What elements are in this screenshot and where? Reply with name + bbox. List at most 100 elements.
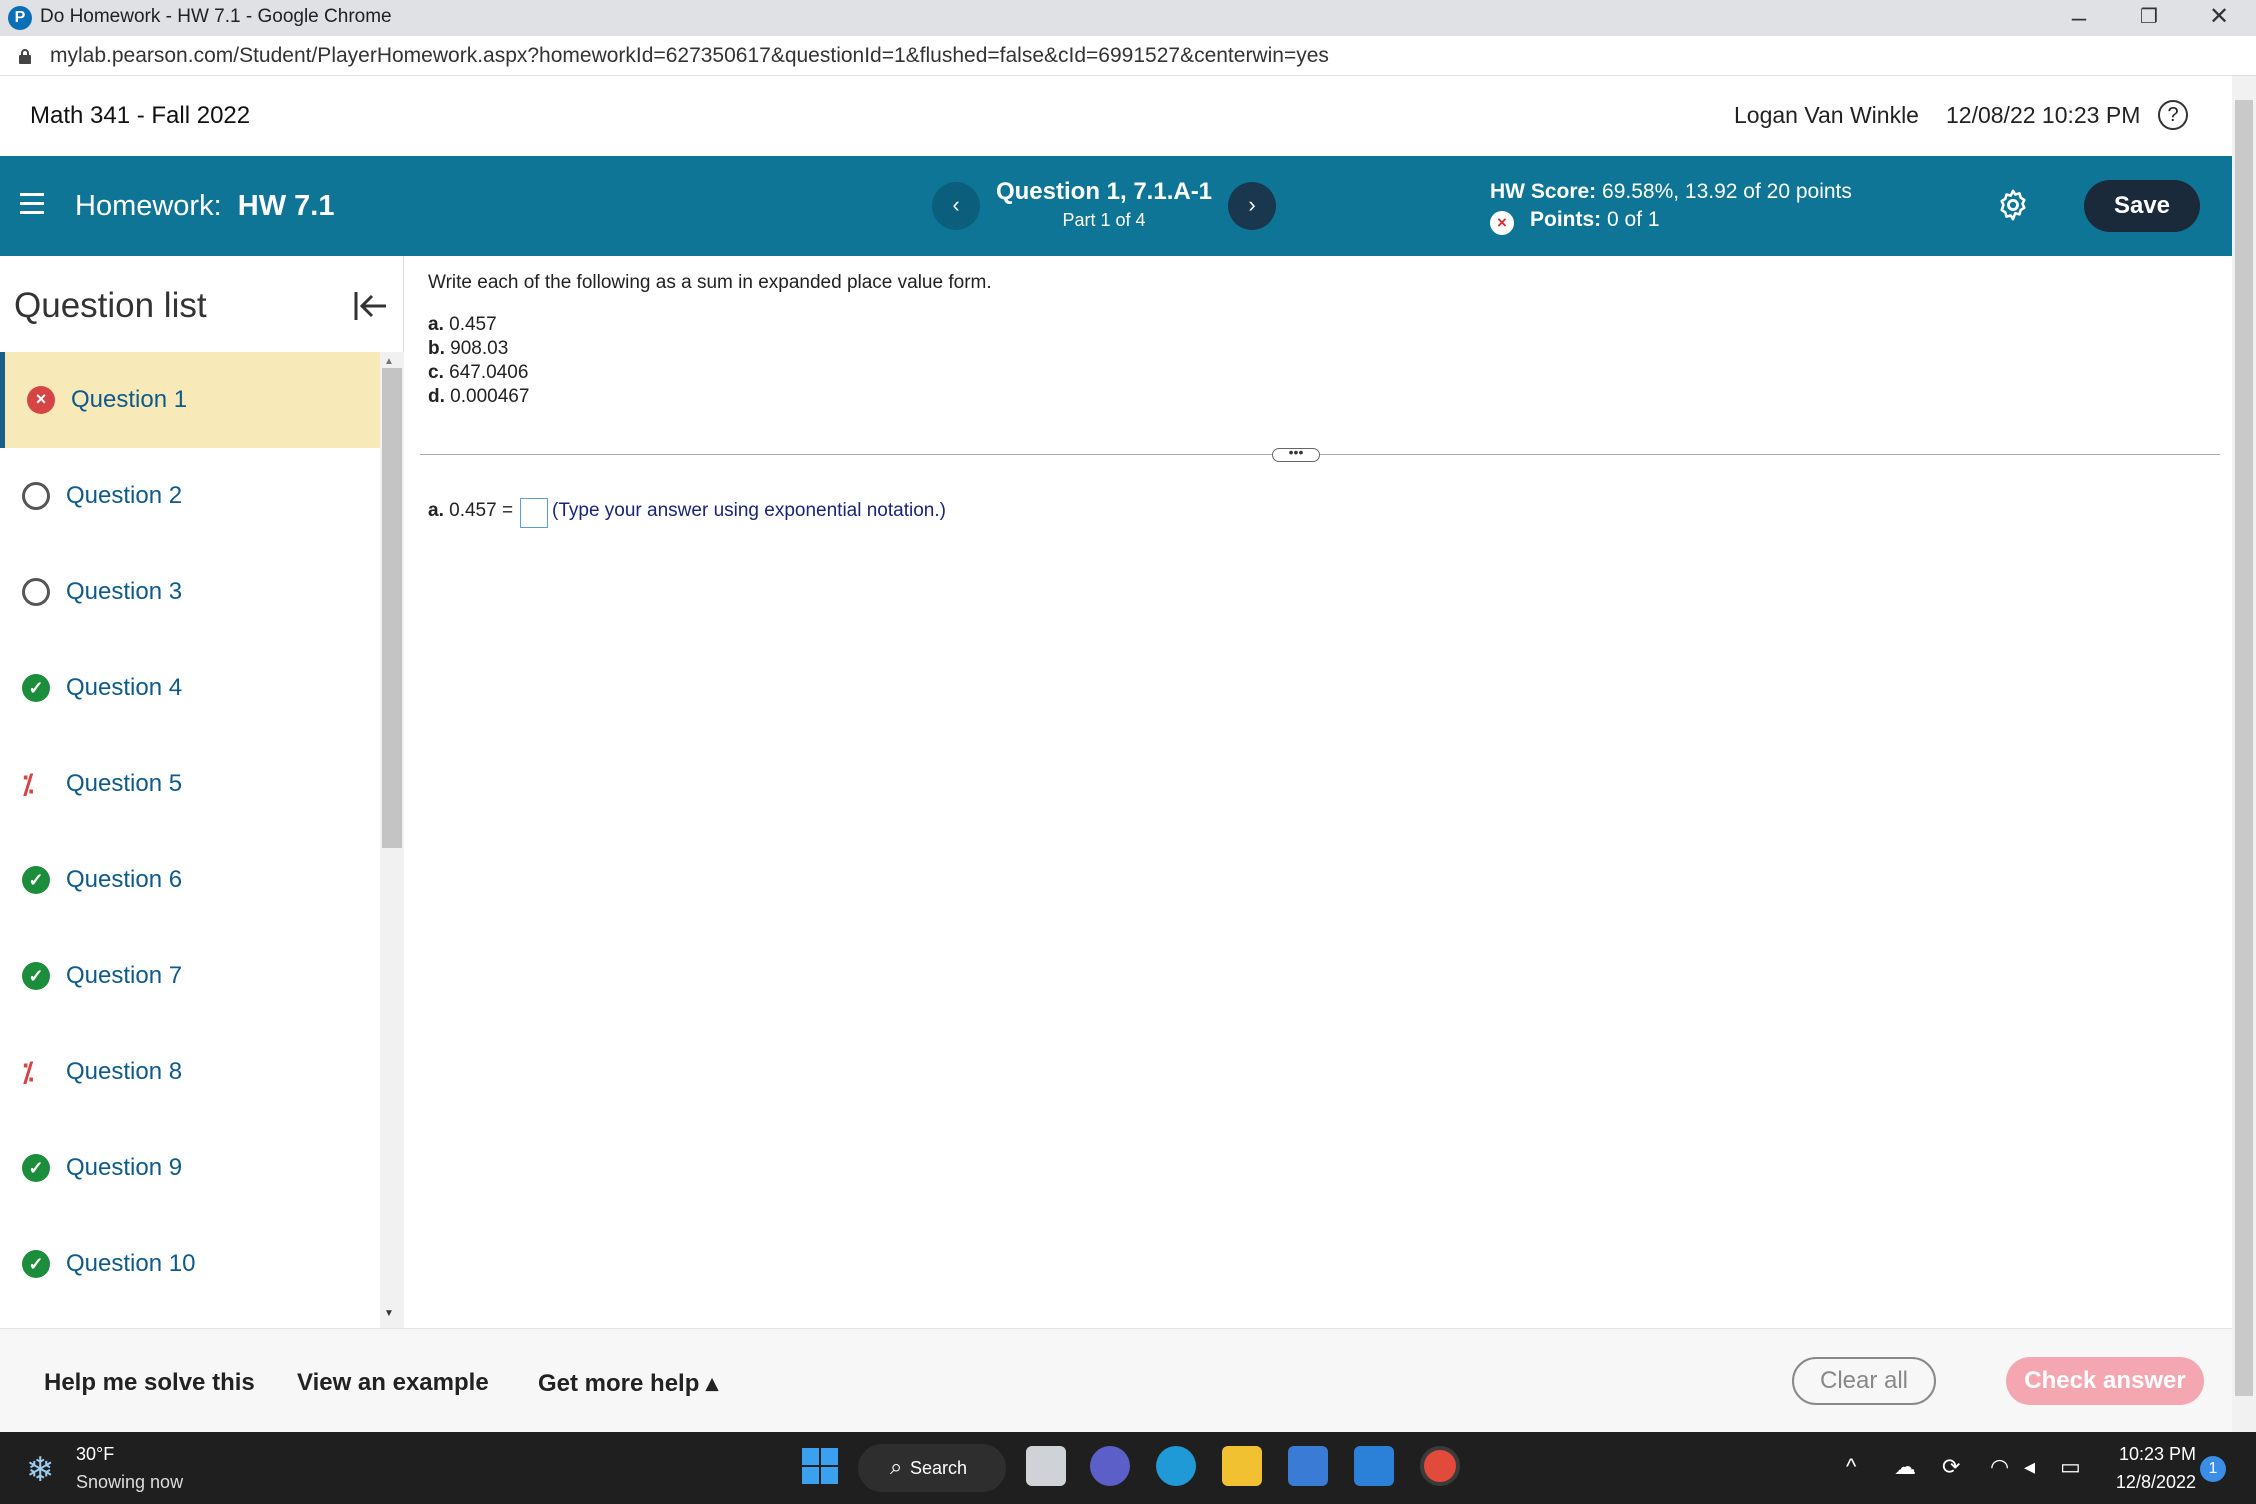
question-list-item[interactable]: ✓ Question 9 (0, 1120, 380, 1216)
unanswered-circle-icon (22, 578, 50, 606)
partial-credit-icon: ⁒ (22, 1057, 34, 1087)
show-hidden-icons-icon[interactable]: ^ (1846, 1454, 1856, 1480)
correct-check-icon: ✓ (22, 1250, 50, 1278)
hw-score-value: 69.58%, 13.92 of 20 points (1602, 180, 1852, 203)
question-list-label: Question 3 (66, 578, 183, 605)
answer-prefix: 0.457 = (449, 500, 514, 521)
question-list-label: Question 4 (66, 674, 183, 701)
user-name: Logan Van Winkle (1734, 102, 1919, 128)
question-item: c. 647.0406 (428, 362, 528, 384)
clear-all-button[interactable]: Clear all (1792, 1357, 1936, 1405)
item-value: 0.457 (449, 314, 497, 335)
course-header: Math 341 - Fall 2022 Logan Van Winkle 12… (0, 76, 2232, 156)
window-title: Do Homework - HW 7.1 - Google Chrome (40, 6, 392, 27)
partial-credit-icon: ⁒ (22, 769, 34, 799)
weather-condition[interactable]: Snowing now (76, 1472, 183, 1493)
points-label: Points: (1530, 208, 1602, 231)
question-list-item[interactable]: ✓ Question 4 (0, 640, 380, 736)
question-list-label: Question 7 (66, 962, 183, 989)
answer-input[interactable] (520, 498, 548, 528)
question-list-scrollbar-thumb[interactable] (382, 368, 402, 848)
answer-letter: a. (428, 500, 444, 521)
question-list-item[interactable]: ✓ Question 10 (0, 1216, 380, 1312)
incorrect-x-icon: × (27, 386, 55, 414)
address-bar[interactable]: mylab.pearson.com/Student/PlayerHomework… (0, 36, 2256, 76)
scroll-up-arrow-icon[interactable]: ▲ (384, 356, 394, 367)
question-list-item[interactable]: × Question 1 (0, 352, 380, 448)
close-window-button[interactable]: ✕ (2184, 0, 2254, 36)
help-icon[interactable]: ? (2158, 100, 2188, 130)
homework-toolbar: Homework: HW 7.1 ‹ Question 1, 7.1.A-1 P… (0, 156, 2232, 256)
get-more-help-button[interactable]: Get more help ▴ (538, 1369, 718, 1398)
question-part: Part 1 of 4 (1062, 210, 1146, 230)
points-value: 0 of 1 (1607, 208, 1660, 231)
item-letter: d. (428, 386, 445, 407)
settings-gear-icon[interactable] (1996, 188, 2030, 222)
chrome-browser-icon[interactable] (1420, 1446, 1460, 1486)
course-title: Math 341 - Fall 2022 (30, 102, 251, 129)
section-divider (420, 454, 2220, 455)
question-instruction: Write each of the following as a sum in … (428, 272, 992, 293)
question-list-item[interactable]: Question 2 (0, 448, 380, 544)
restore-button[interactable]: ❐ (2114, 0, 2184, 36)
teams-chat-icon[interactable] (1090, 1446, 1130, 1486)
question-list-label: Question 9 (66, 1154, 183, 1181)
current-datetime: 12/08/22 10:23 PM (1946, 102, 2141, 128)
question-list-item[interactable]: ✓ Question 7 (0, 928, 380, 1024)
previous-question-button[interactable]: ‹ (932, 182, 980, 230)
question-footer: Help me solve this View an example Get m… (0, 1328, 2232, 1432)
snowflake-icon[interactable]: ❄ (26, 1450, 55, 1490)
help-me-solve-button[interactable]: Help me solve this (44, 1369, 255, 1397)
task-view-icon[interactable] (1026, 1446, 1066, 1486)
battery-icon[interactable]: ▭ (2060, 1454, 2081, 1480)
taskbar-search-button[interactable]: Search (858, 1444, 1006, 1492)
wifi-icon[interactable]: ◠ (1990, 1454, 2009, 1480)
save-button[interactable]: Save (2084, 180, 2200, 232)
search-icon: ⌕ (890, 1454, 903, 1479)
unanswered-circle-icon (22, 482, 50, 510)
next-question-button[interactable]: › (1228, 182, 1276, 230)
notification-badge[interactable]: 1 (2200, 1456, 2226, 1482)
edge-browser-icon[interactable] (1156, 1446, 1196, 1486)
pearson-logo-icon: P (8, 6, 32, 30)
collapse-panel-icon[interactable] (352, 288, 388, 324)
question-list-label: Question 2 (66, 482, 183, 509)
clock-date[interactable]: 12/8/2022 (2100, 1472, 2196, 1493)
microsoft-store-icon[interactable] (1288, 1446, 1328, 1486)
item-letter: c. (428, 362, 444, 383)
question-list-item[interactable]: ⁒ Question 8 (0, 1024, 380, 1120)
question-list-item[interactable]: ⁒ Question 5 (0, 736, 380, 832)
hw-score-label: HW Score: (1490, 180, 1597, 203)
scroll-down-arrow-icon[interactable]: ▼ (384, 1308, 394, 1319)
lock-icon (19, 49, 31, 64)
question-list-label: Question 10 (66, 1250, 196, 1277)
expand-ellipsis-button[interactable]: ••• (1272, 445, 1320, 462)
question-points: Points: 0 of 1 (1530, 208, 1660, 232)
weather-temperature[interactable]: 30°F (76, 1444, 114, 1465)
hamburger-menu-icon[interactable] (20, 193, 44, 217)
check-answer-button[interactable]: Check answer (2006, 1357, 2204, 1405)
url-text[interactable]: mylab.pearson.com/Student/PlayerHomework… (50, 44, 1329, 68)
hw-score: HW Score: 69.58%, 13.92 of 20 points (1490, 180, 1852, 204)
question-list-item[interactable]: Question 3 (0, 544, 380, 640)
question-list-label: Question 8 (66, 1058, 183, 1085)
view-example-button[interactable]: View an example (297, 1369, 489, 1397)
minimize-button[interactable]: – (2044, 0, 2114, 36)
question-item: b. 908.03 (428, 338, 508, 360)
question-list-item[interactable]: ✓ Question 6 (0, 832, 380, 928)
windows-start-icon[interactable] (800, 1446, 840, 1486)
item-letter: b. (428, 338, 445, 359)
clock-time[interactable]: 10:23 PM (2106, 1444, 2196, 1465)
question-content: Write each of the following as a sum in … (404, 256, 2232, 1328)
sync-icon[interactable]: ⟳ (1942, 1454, 1960, 1480)
onedrive-cloud-icon[interactable]: ☁ (1894, 1454, 1916, 1480)
volume-icon[interactable]: ◂ (2024, 1454, 2035, 1480)
file-explorer-icon[interactable] (1222, 1446, 1262, 1486)
page-scrollbar-thumb[interactable] (2235, 100, 2253, 1396)
correct-check-icon: ✓ (22, 674, 50, 702)
question-title: Question 1, 7.1.A-1 (995, 178, 1213, 205)
question-item: d. 0.000467 (428, 386, 529, 408)
item-letter: a. (428, 314, 444, 335)
mail-icon[interactable] (1354, 1446, 1394, 1486)
question-item: a. 0.457 (428, 314, 497, 336)
